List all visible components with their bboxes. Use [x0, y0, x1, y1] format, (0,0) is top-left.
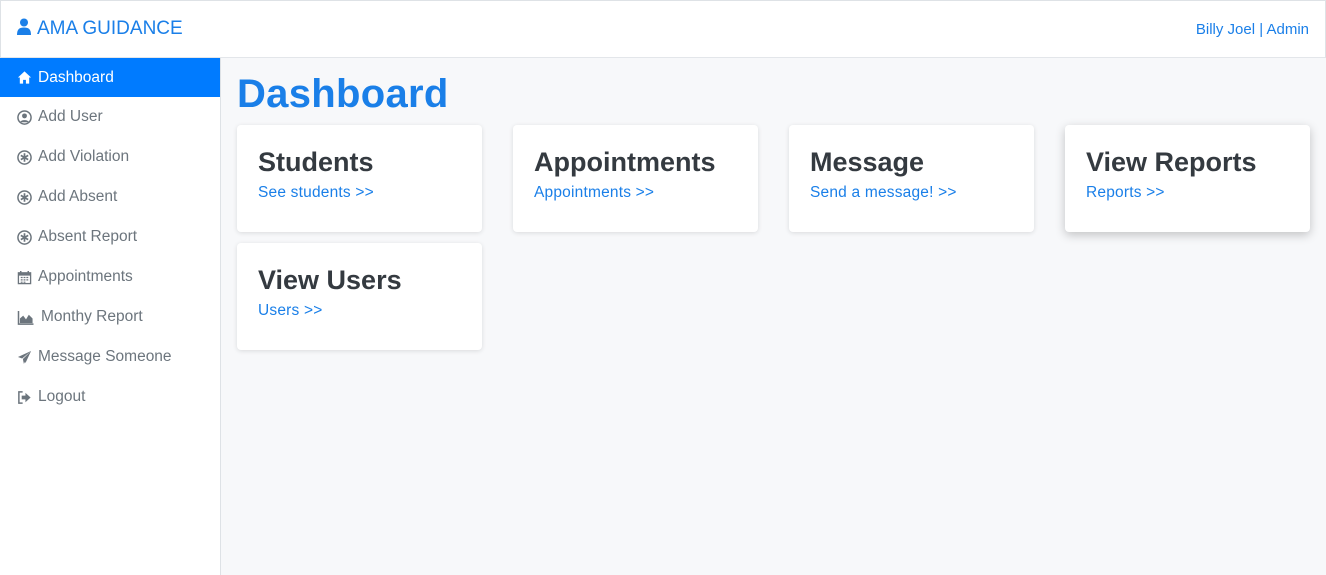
- sign-out-icon: [16, 389, 32, 405]
- sidebar-item-add-user[interactable]: Add User: [0, 97, 220, 137]
- sidebar-item-logout[interactable]: Logout: [0, 377, 220, 417]
- sidebar-item-dashboard[interactable]: Dashboard: [0, 58, 220, 97]
- card-appointments: Appointments Appointments >>: [513, 125, 758, 232]
- card-title: Students: [258, 147, 374, 177]
- asterisk-circle-icon: [16, 189, 32, 205]
- sidebar-item-add-violation[interactable]: Add Violation: [0, 137, 220, 177]
- card-title: View Reports: [1086, 147, 1257, 177]
- sidebar-item-label: Logout: [38, 388, 86, 405]
- sidebar-item-appointments[interactable]: Appointments: [0, 257, 220, 297]
- sidebar-item-label: Add User: [38, 108, 103, 125]
- home-icon: [16, 70, 32, 86]
- paper-plane-icon: [16, 349, 32, 365]
- card-message: Message Send a message! >>: [789, 125, 1034, 232]
- card-link-reports[interactable]: Reports >>: [1086, 184, 1289, 202]
- asterisk-circle-icon: [16, 229, 32, 245]
- sidebar-item-message-someone[interactable]: Message Someone: [0, 337, 220, 377]
- card-link-appointments[interactable]: Appointments >>: [534, 184, 737, 202]
- area-chart-icon: [16, 309, 35, 325]
- brand-link[interactable]: AMA GUIDANCE: [17, 18, 183, 41]
- card-view-reports: View Reports Reports >>: [1065, 125, 1310, 232]
- sidebar-item-label: Monthy Report: [41, 308, 143, 325]
- card-link-students[interactable]: See students >>: [258, 184, 461, 202]
- card-view-users: View Users Users >>: [237, 243, 482, 350]
- page-title: Dashboard: [237, 72, 449, 116]
- sidebar-item-label: Add Violation: [38, 148, 130, 165]
- top-navbar: AMA GUIDANCE Billy Joel | Admin: [0, 0, 1326, 58]
- card-title: Appointments: [534, 147, 716, 177]
- sidebar-item-absent-report[interactable]: Absent Report: [0, 217, 220, 257]
- card-link-users[interactable]: Users >>: [258, 302, 461, 320]
- main-content: Dashboard Students See students >> Appoi…: [221, 58, 1326, 575]
- sidebar-item-label: Add Absent: [38, 188, 118, 205]
- card-title: Message: [810, 147, 925, 177]
- sidebar-item-label: Appointments: [38, 268, 133, 285]
- user-icon: [17, 18, 31, 41]
- brand-label: AMA GUIDANCE: [37, 18, 183, 39]
- sidebar-item-label: Absent Report: [38, 228, 138, 245]
- user-circle-icon: [16, 109, 32, 125]
- card-title: View Users: [258, 265, 402, 295]
- sidebar: Dashboard Add User Add Violation Add Abs…: [0, 58, 221, 575]
- current-user-link[interactable]: Billy Joel | Admin: [1196, 21, 1309, 38]
- asterisk-circle-icon: [16, 149, 32, 165]
- sidebar-item-label: Message Someone: [38, 348, 172, 365]
- sidebar-item-monthly-report[interactable]: Monthy Report: [0, 297, 220, 337]
- sidebar-item-label: Dashboard: [38, 68, 114, 86]
- card-link-message[interactable]: Send a message! >>: [810, 184, 1013, 202]
- card-students: Students See students >>: [237, 125, 482, 232]
- calendar-icon: [16, 269, 32, 285]
- sidebar-item-add-absent[interactable]: Add Absent: [0, 177, 220, 217]
